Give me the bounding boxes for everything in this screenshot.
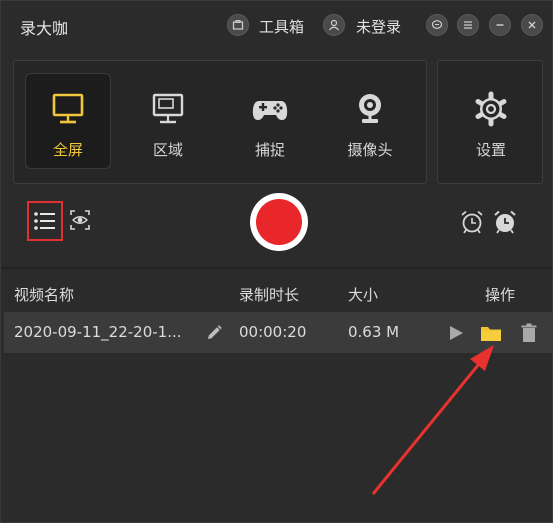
minimize-icon[interactable] <box>489 14 511 36</box>
section-divider <box>1 267 552 269</box>
mode-label: 区域 <box>152 141 183 159</box>
mode-label: 全屏 <box>52 141 83 159</box>
video-name: 2020-09-11_22-20-1... <box>14 323 182 341</box>
settings-button[interactable]: 设置 <box>448 73 534 169</box>
monitor-icon <box>51 89 85 129</box>
column-header-actions: 操作 <box>485 286 516 304</box>
list-icon <box>34 212 55 230</box>
settings-panel: 设置 <box>437 60 543 184</box>
app-window: 录大咖 工具箱 未登录 全屏 区域 捕捉 摄像头 设置 视频名称 录制时长 大小… <box>0 0 553 523</box>
gamepad-icon <box>250 89 290 129</box>
record-button[interactable] <box>250 193 308 251</box>
gear-icon <box>473 89 509 129</box>
region-monitor-icon <box>151 89 185 129</box>
alarm-clock-outline-icon[interactable] <box>459 209 485 235</box>
column-header-duration: 录制时长 <box>239 286 300 304</box>
menu-icon[interactable] <box>457 14 479 36</box>
mode-webcam[interactable]: 摄像头 <box>327 73 413 169</box>
annotation-arrow <box>371 345 494 495</box>
user-icon[interactable] <box>323 14 345 36</box>
mode-capture[interactable]: 捕捉 <box>227 73 313 169</box>
rename-pencil-icon[interactable] <box>205 324 223 342</box>
toolbox-icon[interactable] <box>227 14 249 36</box>
login-label[interactable]: 未登录 <box>356 16 401 37</box>
app-title: 录大咖 <box>20 19 69 38</box>
feedback-icon[interactable] <box>426 14 448 36</box>
list-view-button[interactable] <box>27 201 63 241</box>
record-dot-icon <box>256 199 302 245</box>
close-icon[interactable] <box>521 14 543 36</box>
toolbox-label[interactable]: 工具箱 <box>259 16 304 37</box>
mode-label: 捕捉 <box>254 141 285 159</box>
mode-region[interactable]: 区域 <box>125 73 211 169</box>
alarm-clock-filled-icon[interactable] <box>492 209 518 235</box>
mode-fullscreen[interactable]: 全屏 <box>25 73 111 169</box>
column-header-size: 大小 <box>348 286 379 304</box>
column-header-name: 视频名称 <box>14 286 75 304</box>
video-duration: 00:00:20 <box>239 323 307 341</box>
mode-label: 摄像头 <box>347 141 393 159</box>
settings-label: 设置 <box>475 141 506 159</box>
webcam-icon <box>353 89 387 129</box>
trash-icon[interactable] <box>520 323 538 343</box>
mode-panel: 全屏 区域 捕捉 摄像头 <box>13 60 427 184</box>
preview-eye-icon[interactable] <box>69 209 91 231</box>
title-bar: 录大咖 工具箱 未登录 <box>1 1 552 51</box>
